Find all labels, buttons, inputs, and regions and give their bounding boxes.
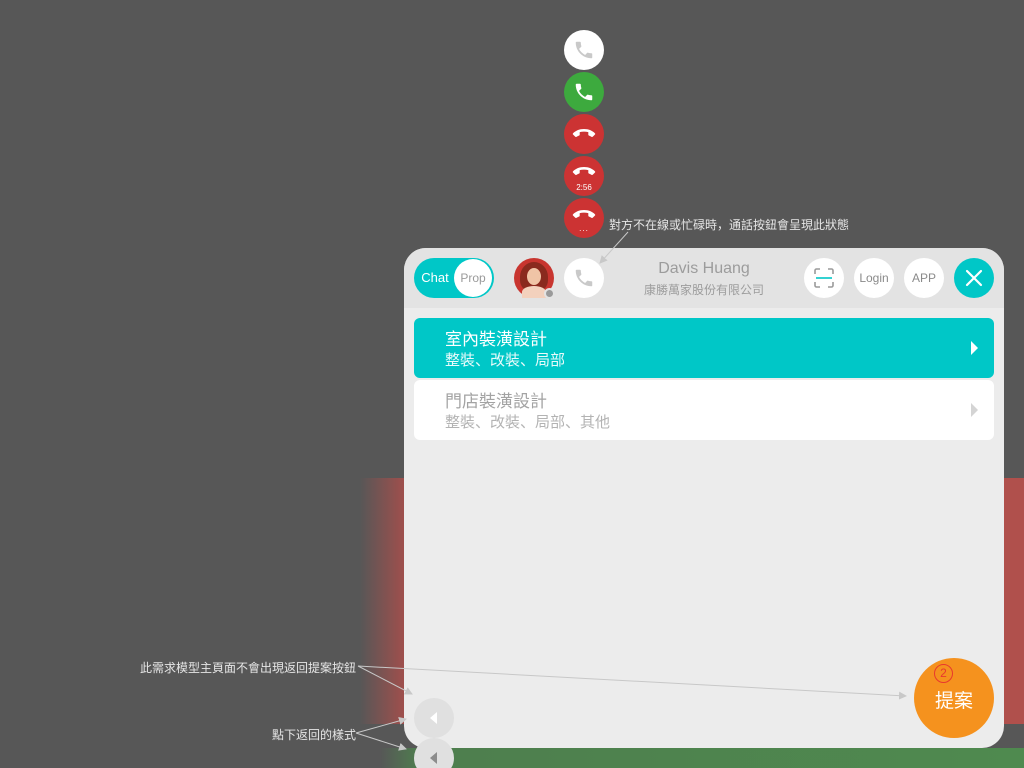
toggle-chat-label[interactable]: Chat [420,258,450,298]
close-button[interactable] [954,258,994,298]
call-button-in-call[interactable]: 2:56 [564,156,604,196]
back-button[interactable] [414,698,454,738]
chevron-right-icon [971,403,978,417]
hangup-icon [572,129,596,138]
phone-icon [575,83,593,101]
scan-icon [814,268,834,288]
proposal-fab[interactable]: 2 提案 [914,658,994,738]
avatar-face [527,268,541,285]
presence-status-dot [544,288,555,299]
list-item-title: 室內裝潢設計 [445,330,547,350]
contact-company: 康勝萬家股份有限公司 [643,283,764,297]
avatar[interactable] [514,258,555,299]
chat-panel: Chat Prop Davis Huang 康勝萬家股份有限公司 Login A… [404,248,1004,748]
app-button[interactable]: APP [904,258,944,298]
call-button-idle[interactable] [564,30,604,70]
list-item-title: 門店裝潢設計 [445,392,547,412]
annotation-no-back-button: 此需求模型主頁面不會出現返回提案按鈕 [140,661,357,675]
avatar-shoulders [522,286,546,298]
phone-icon [575,41,593,59]
chat-prop-toggle[interactable]: Chat Prop [414,258,494,298]
list-item-store-design[interactable]: 門店裝潢設計 整裝、改裝、局部、其他 [414,380,994,440]
toggle-prop-knob[interactable]: Prop [454,259,492,297]
phone-icon [575,269,593,287]
close-icon [965,269,983,287]
panel-header: Chat Prop Davis Huang 康勝萬家股份有限公司 Login A… [404,248,1004,308]
call-timer: 2:56 [576,183,592,192]
fab-count-badge: 2 [934,664,953,683]
login-button[interactable]: Login [854,258,894,298]
list-item-interior-design[interactable]: 室內裝潢設計 整裝、改裝、局部 [414,318,994,378]
annotation-busy-state: 對方不在線或忙碌時，通話按鈕會呈現此狀態 [609,218,850,232]
chevron-left-icon [429,712,437,724]
call-button-available[interactable] [564,72,604,112]
call-button-connecting[interactable]: ... [564,198,604,238]
list-item-subtitle: 整裝、改裝、局部 [445,351,566,369]
chevron-right-icon [971,341,978,355]
contact-name: Davis Huang [658,260,750,277]
fab-label: 提案 [934,690,973,712]
call-button-hangup[interactable] [564,114,604,154]
connecting-dots: ... [579,224,589,233]
background-band-green [380,748,1024,768]
scan-button[interactable] [804,258,844,298]
hangup-icon [572,167,596,176]
connector-pressed-2 [355,732,407,751]
header-call-button[interactable] [564,258,604,298]
chevron-left-icon [429,752,437,764]
list-item-subtitle: 整裝、改裝、局部、其他 [445,413,611,431]
hangup-icon [572,210,596,219]
annotation-pressed-style: 點下返回的樣式 [272,728,357,742]
